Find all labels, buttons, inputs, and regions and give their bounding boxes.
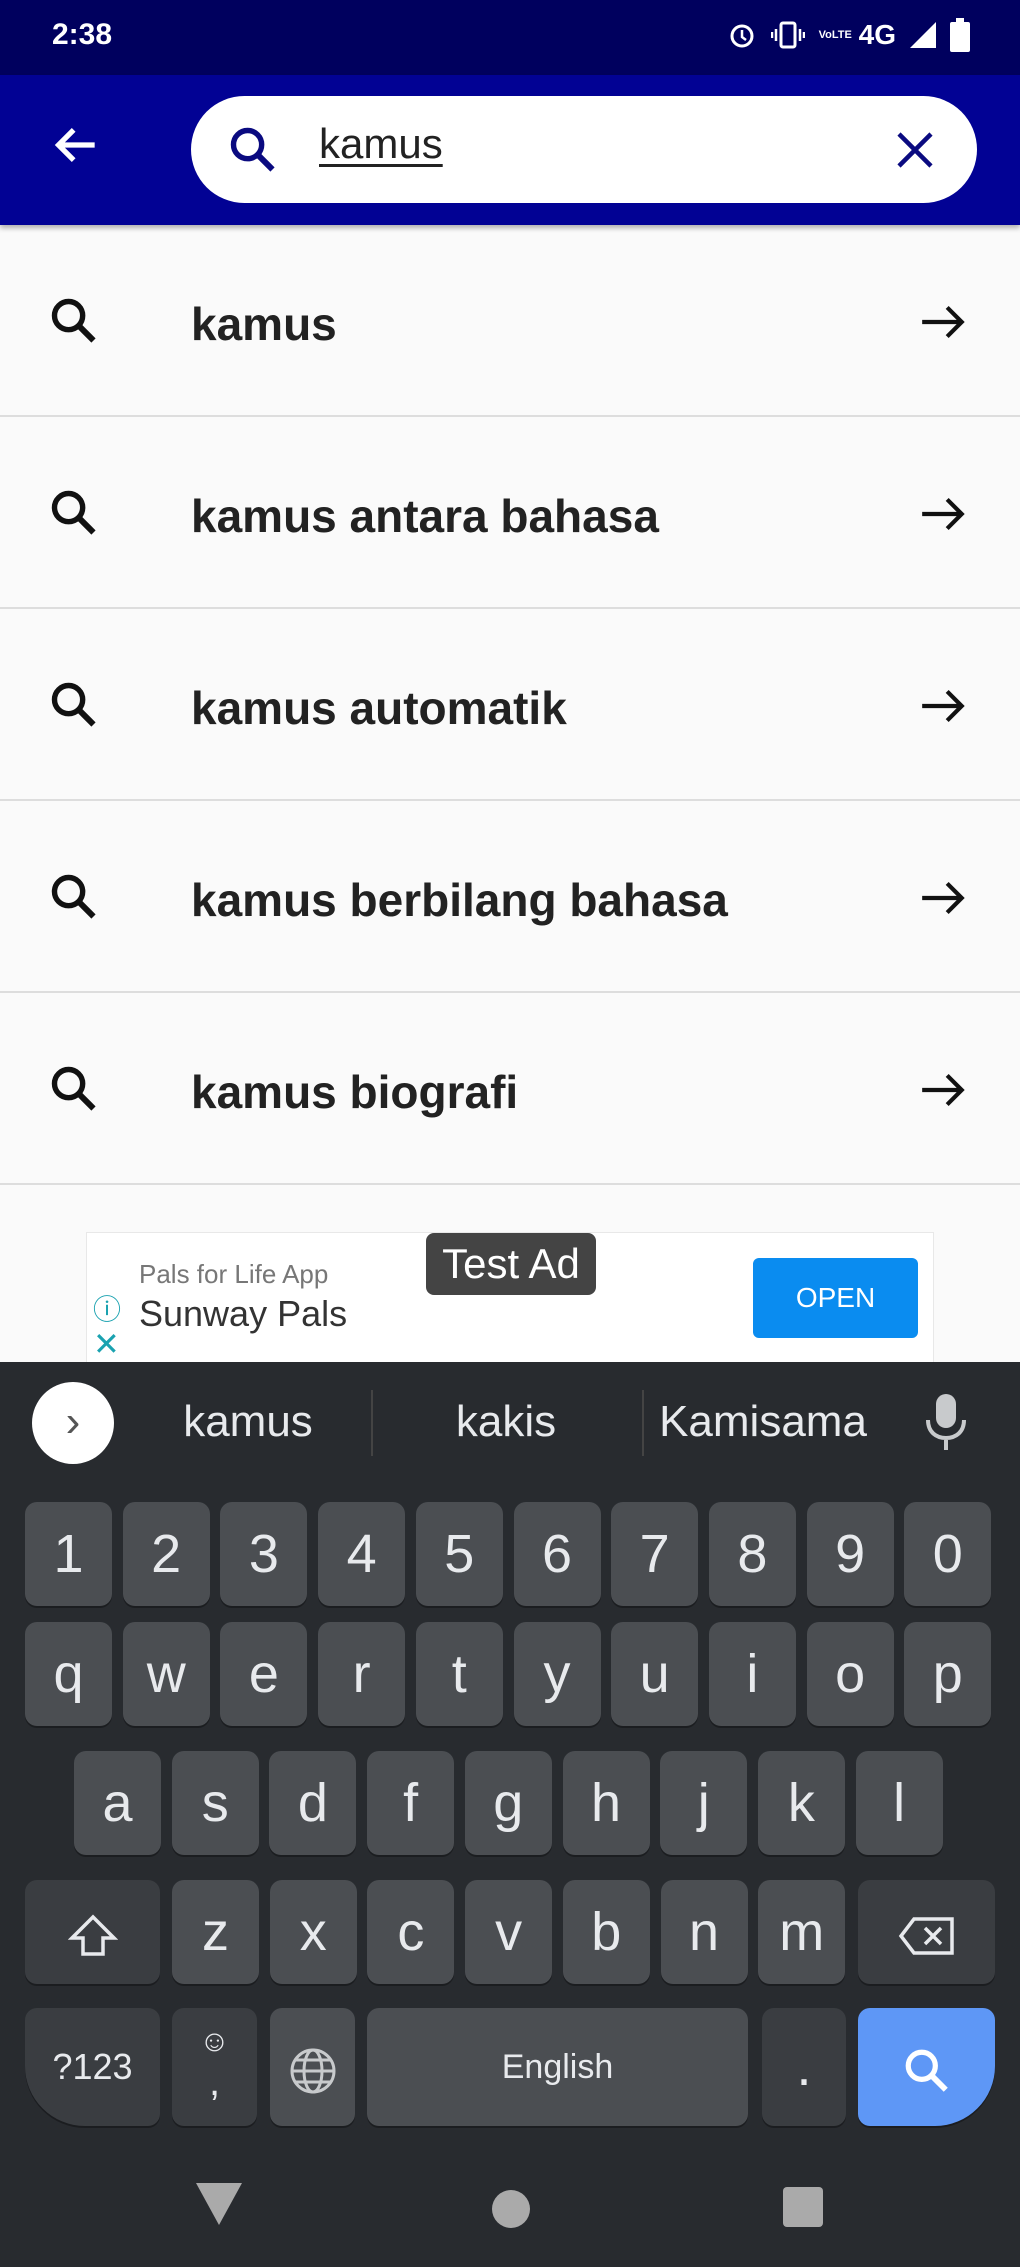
test-ad-badge: Test Ad xyxy=(426,1233,596,1295)
key-2[interactable]: 2 xyxy=(122,1502,210,1606)
suggestion-row[interactable]: kamus automatik xyxy=(0,609,1020,801)
close-icon[interactable] xyxy=(893,128,937,172)
globe-key[interactable] xyxy=(270,2008,355,2126)
backspace-key[interactable] xyxy=(858,1880,995,1984)
signal-icon xyxy=(910,22,936,48)
period-key[interactable]: . xyxy=(762,2008,846,2126)
keyboard: › kamus kakis Kamisama 1234567890 qwertyu… xyxy=(0,1362,1020,2267)
key-c[interactable]: c xyxy=(367,1880,455,1984)
back-nav-icon[interactable] xyxy=(196,2183,242,2225)
key-s[interactable]: s xyxy=(171,1751,259,1855)
search-icon xyxy=(230,127,275,172)
word-suggestion[interactable]: kakis xyxy=(371,1397,641,1447)
word-suggestion[interactable]: Kamisama xyxy=(628,1397,898,1447)
comma: , xyxy=(208,2060,221,2104)
battery-icon xyxy=(950,18,970,52)
key-x[interactable]: x xyxy=(269,1880,357,1984)
key-y[interactable]: y xyxy=(513,1622,601,1726)
suggestion-text: kamus xyxy=(191,298,337,350)
suggestion-row[interactable]: kamus berbilang bahasa xyxy=(0,801,1020,993)
network-type: 4G xyxy=(858,19,896,50)
shift-key[interactable] xyxy=(25,1880,160,1984)
key-w[interactable]: w xyxy=(122,1622,210,1726)
key-1[interactable]: 1 xyxy=(25,1502,112,1606)
symbols-key[interactable]: ?123 xyxy=(25,2008,160,2126)
search-input[interactable]: kamus xyxy=(319,120,443,168)
emoji-icon: ☺ xyxy=(199,2025,230,2058)
search-icon xyxy=(51,874,96,919)
key-8[interactable]: 8 xyxy=(708,1502,796,1606)
key-e[interactable]: e xyxy=(220,1622,308,1726)
ad-banner[interactable]: Pals for Life App Sunway Pals ⓘ ✕ Test A… xyxy=(86,1232,934,1367)
search-field[interactable]: kamus xyxy=(191,96,977,203)
keyboard-suggestion-strip: › kamus kakis Kamisama xyxy=(0,1362,1020,1485)
key-g[interactable]: g xyxy=(464,1751,552,1855)
key-f[interactable]: f xyxy=(367,1751,455,1855)
key-l[interactable]: l xyxy=(855,1751,943,1855)
suggestion-text: kamus berbilang bahasa xyxy=(191,874,728,926)
key-v[interactable]: v xyxy=(465,1880,553,1984)
status-icons: VoLTE 4G xyxy=(727,18,970,52)
key-7[interactable]: 7 xyxy=(611,1502,699,1606)
key-m[interactable]: m xyxy=(758,1880,846,1984)
arrow-right-icon[interactable] xyxy=(918,681,968,731)
alarm-icon xyxy=(730,24,754,48)
info-icon[interactable]: ⓘ xyxy=(93,1288,121,1328)
key-5[interactable]: 5 xyxy=(415,1502,503,1606)
arrow-right-icon[interactable] xyxy=(918,1065,968,1115)
key-d[interactable]: d xyxy=(269,1751,357,1855)
home-nav-icon[interactable] xyxy=(492,2190,530,2228)
suggestion-text: kamus automatik xyxy=(191,682,567,734)
key-j[interactable]: j xyxy=(660,1751,748,1855)
ad-title: Sunway Pals xyxy=(139,1293,348,1334)
search-icon xyxy=(51,490,96,535)
key-q[interactable]: q xyxy=(25,1622,112,1726)
key-a[interactable]: a xyxy=(74,1751,161,1855)
key-6[interactable]: 6 xyxy=(513,1502,601,1606)
key-4[interactable]: 4 xyxy=(318,1502,406,1606)
vibrate-icon xyxy=(770,21,805,49)
search-app-bar: kamus xyxy=(0,75,1020,225)
search-key[interactable] xyxy=(858,2008,995,2126)
search-icon xyxy=(51,682,96,727)
status-bar: 2:38 VoLTE 4G xyxy=(0,0,1020,75)
suggestion-text: kamus antara bahasa xyxy=(191,490,659,542)
recents-nav-icon[interactable] xyxy=(783,2187,823,2227)
key-0[interactable]: 0 xyxy=(904,1502,992,1606)
ad-close-icon[interactable]: ✕ xyxy=(93,1325,120,1363)
key-3[interactable]: 3 xyxy=(220,1502,308,1606)
key-u[interactable]: u xyxy=(611,1622,699,1726)
arrow-right-icon[interactable] xyxy=(918,873,968,923)
comma-emoji-key[interactable]: ☺, xyxy=(172,2008,257,2126)
key-9[interactable]: 9 xyxy=(806,1502,894,1606)
arrow-right-icon[interactable] xyxy=(918,489,968,539)
chevron-right-icon[interactable]: › xyxy=(32,1382,114,1464)
arrow-right-icon[interactable] xyxy=(918,297,968,347)
microphone-icon[interactable] xyxy=(924,1392,968,1452)
key-b[interactable]: b xyxy=(562,1880,650,1984)
key-h[interactable]: h xyxy=(562,1751,650,1855)
suggestion-row[interactable]: kamus xyxy=(0,225,1020,417)
volte-icon: VoLTE xyxy=(818,29,852,41)
key-o[interactable]: o xyxy=(806,1622,894,1726)
key-k[interactable]: k xyxy=(757,1751,845,1855)
key-i[interactable]: i xyxy=(708,1622,796,1726)
arrow-left-icon[interactable] xyxy=(48,117,104,173)
search-icon xyxy=(51,1066,96,1111)
suggestion-row[interactable]: kamus antara bahasa xyxy=(0,417,1020,609)
space-key[interactable]: English xyxy=(367,2008,748,2126)
search-icon xyxy=(51,298,96,343)
ad-subtitle: Pals for Life App xyxy=(139,1259,329,1289)
key-p[interactable]: p xyxy=(904,1622,992,1726)
key-n[interactable]: n xyxy=(660,1880,748,1984)
suggestion-text: kamus biografi xyxy=(191,1066,519,1118)
status-time: 2:38 xyxy=(52,18,113,51)
suggestion-row[interactable]: kamus biografi xyxy=(0,993,1020,1185)
key-r[interactable]: r xyxy=(318,1622,406,1726)
key-z[interactable]: z xyxy=(172,1880,259,1984)
word-suggestion[interactable]: kamus xyxy=(113,1397,383,1447)
ad-open-button[interactable]: OPEN xyxy=(753,1258,918,1338)
key-t[interactable]: t xyxy=(415,1622,503,1726)
